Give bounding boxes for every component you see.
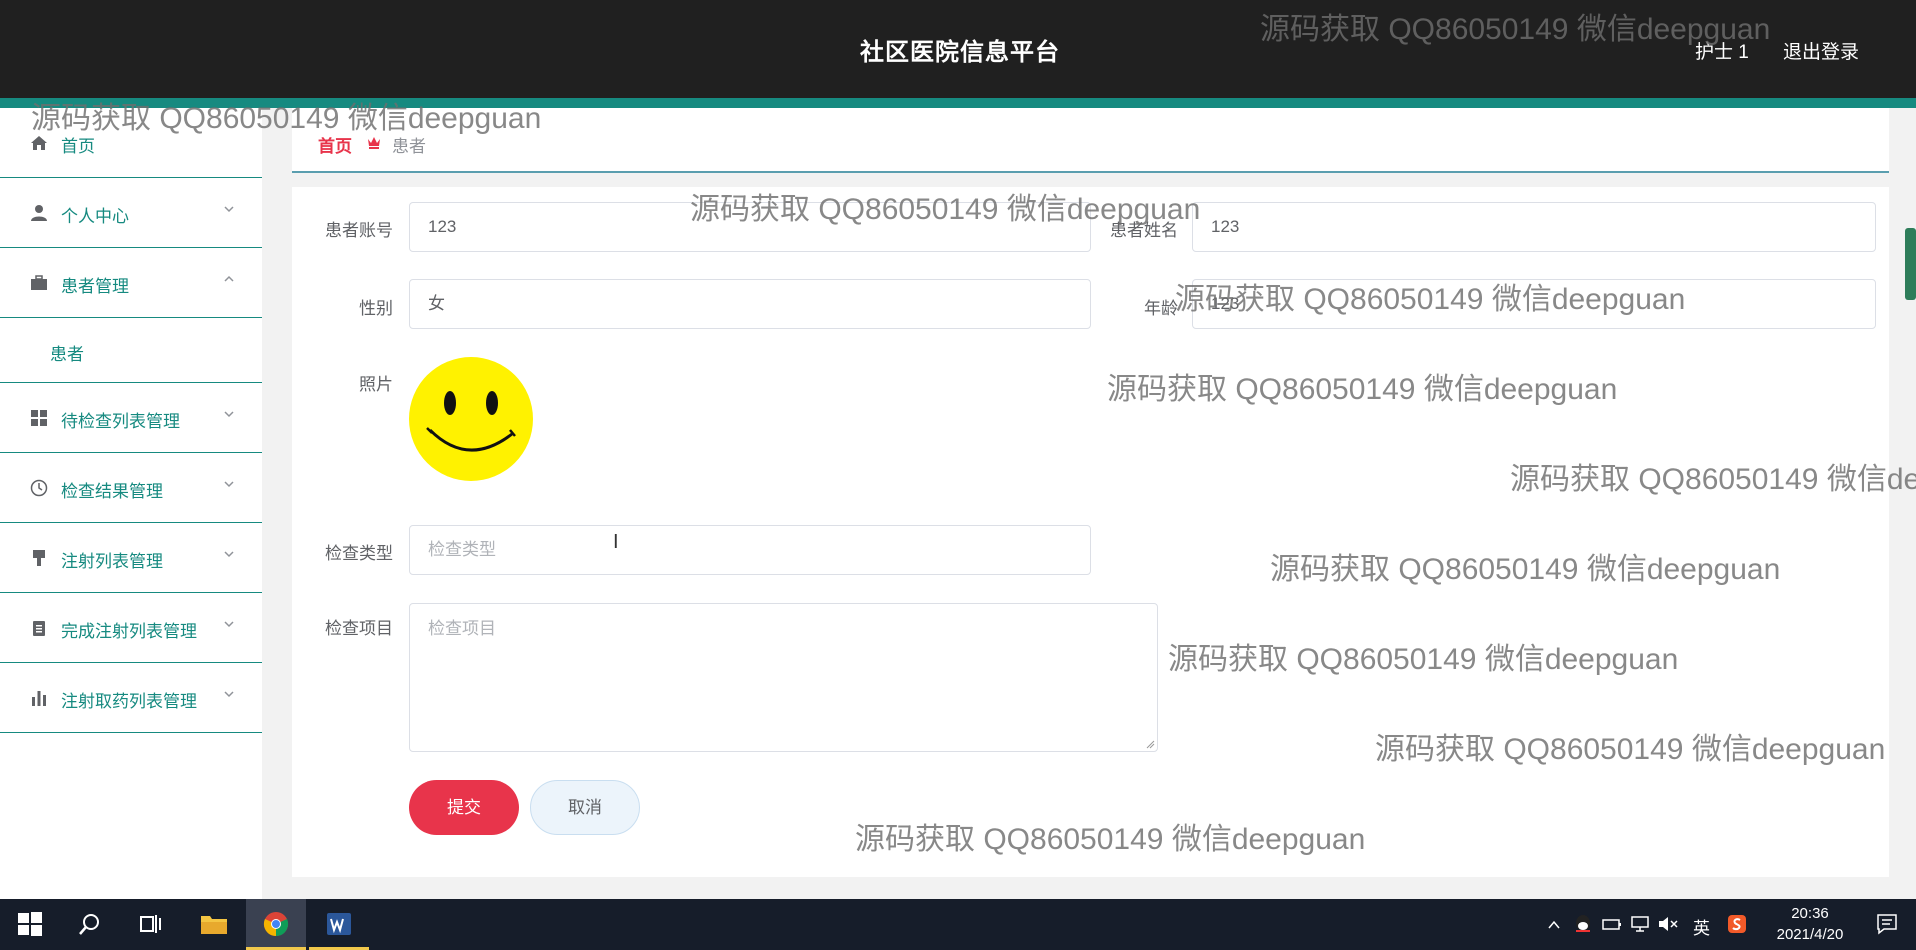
sidebar-item-patient-management[interactable]: 患者管理 — [0, 248, 262, 318]
name-input[interactable]: 123 — [1192, 202, 1876, 252]
task-view-icon — [140, 915, 161, 933]
sidebar-item-label: 待检查列表管理 — [61, 412, 180, 431]
age-label: 年龄 — [1144, 299, 1178, 318]
sidebar: 首页 个人中心 患者管理 患者 待检查列表管理 检查结果管理 注射列表管理 完成… — [0, 108, 262, 899]
name-label: 患者姓名 — [1110, 221, 1178, 240]
sidebar-item-label: 首页 — [61, 137, 95, 156]
logout-button[interactable]: 退出登录 — [1783, 37, 1859, 64]
chrome-icon — [263, 912, 289, 937]
word-icon — [327, 913, 351, 935]
chevron-down-icon — [224, 206, 234, 213]
cancel-button[interactable]: 取消 — [530, 780, 640, 835]
sidebar-subitem-label: 患者 — [50, 345, 84, 364]
qq-icon[interactable] — [1573, 914, 1593, 934]
exam-type-label: 检查类型 — [325, 544, 393, 563]
sidebar-item-label: 个人中心 — [61, 207, 129, 226]
windows-start-button[interactable] — [0, 899, 60, 950]
notification-icon[interactable] — [1876, 913, 1898, 935]
folder-icon — [201, 916, 227, 934]
account-input[interactable]: 123 — [409, 202, 1091, 252]
submit-button[interactable]: 提交 — [409, 780, 519, 835]
sidebar-item-completed-injection[interactable]: 完成注射列表管理 — [0, 593, 262, 663]
sidebar-item-pending-exam[interactable]: 待检查列表管理 — [0, 383, 262, 453]
windows-taskbar: 英 20:36 2021/4/20 — [0, 899, 1916, 950]
sidebar-item-exam-results[interactable]: 检查结果管理 — [0, 453, 262, 523]
chevron-down-icon — [224, 481, 234, 488]
patient-photo[interactable] — [408, 356, 534, 482]
sidebar-item-label: 注射取药列表管理 — [61, 692, 197, 711]
search-icon — [79, 914, 99, 935]
sidebar-item-injection-list[interactable]: 注射列表管理 — [0, 523, 262, 593]
crown-icon — [368, 137, 380, 149]
breadcrumb: 首页 患者 — [292, 108, 1889, 173]
word-taskbar-button[interactable] — [309, 899, 369, 950]
sidebar-subitem-patient[interactable]: 患者 — [0, 318, 262, 383]
clock-date: 2021/4/20 — [1776, 926, 1844, 943]
clock-time: 20:36 — [1791, 905, 1829, 922]
app-title: 社区医院信息平台 — [860, 39, 1060, 66]
chevron-up-icon — [224, 275, 234, 282]
sidebar-item-label: 检查结果管理 — [61, 482, 163, 501]
home-icon — [31, 136, 47, 150]
chevron-down-icon — [224, 621, 234, 628]
resize-grip-icon[interactable] — [1145, 739, 1155, 749]
user-role: 护士 1 — [1695, 42, 1749, 63]
flag-icon — [33, 550, 45, 566]
sogou-input-icon[interactable] — [1727, 914, 1747, 934]
text-cursor-icon: I — [613, 531, 619, 553]
search-button[interactable] — [60, 899, 120, 950]
system-clock[interactable]: 20:36 2021/4/20 — [1755, 903, 1865, 945]
sidebar-item-label: 注射列表管理 — [61, 552, 163, 571]
breadcrumb-home[interactable]: 首页 — [318, 132, 352, 157]
exam-item-textarea[interactable]: 检查项目 — [409, 603, 1158, 752]
user-icon — [31, 205, 47, 221]
battery-icon[interactable] — [1602, 916, 1622, 932]
clipboard-icon — [33, 621, 45, 636]
sidebar-item-personal-center[interactable]: 个人中心 — [0, 178, 262, 248]
age-input[interactable]: 123 — [1192, 279, 1876, 329]
gender-label: 性别 — [359, 299, 393, 318]
file-explorer-button[interactable] — [183, 899, 243, 950]
briefcase-icon — [31, 275, 47, 290]
chevron-down-icon — [224, 691, 234, 698]
exam-type-input[interactable]: 检查类型 — [409, 525, 1091, 575]
scrollbar-thumb[interactable] — [1905, 228, 1916, 300]
sidebar-item-label: 患者管理 — [61, 277, 129, 296]
exam-item-label: 检查项目 — [325, 619, 393, 638]
exam-item-placeholder: 检查项目 — [428, 619, 496, 638]
ime-indicator[interactable]: 英 — [1693, 914, 1710, 939]
chevron-down-icon — [224, 411, 234, 418]
account-label: 患者账号 — [325, 221, 393, 240]
breadcrumb-current: 患者 — [392, 137, 426, 156]
chevron-up-icon[interactable] — [1546, 917, 1562, 933]
top-header: 社区医院信息平台 护士 1 退出登录 — [0, 0, 1916, 98]
grid-icon — [31, 410, 47, 426]
sidebar-item-injection-medicine[interactable]: 注射取药列表管理 — [0, 663, 262, 733]
clock-icon — [30, 479, 48, 497]
windows-logo-icon — [18, 912, 42, 936]
bar-chart-icon — [32, 691, 46, 706]
photo-label: 照片 — [359, 375, 393, 394]
gender-input[interactable]: 女 — [409, 279, 1091, 329]
network-icon[interactable] — [1630, 915, 1650, 933]
sidebar-item-label: 完成注射列表管理 — [61, 622, 197, 641]
chrome-taskbar-button[interactable] — [246, 899, 306, 950]
task-view-button[interactable] — [120, 899, 180, 950]
chevron-down-icon — [224, 551, 234, 558]
volume-muted-icon[interactable] — [1657, 915, 1679, 933]
header-accent-line — [0, 98, 1916, 108]
sidebar-item-home[interactable]: 首页 — [0, 108, 262, 178]
